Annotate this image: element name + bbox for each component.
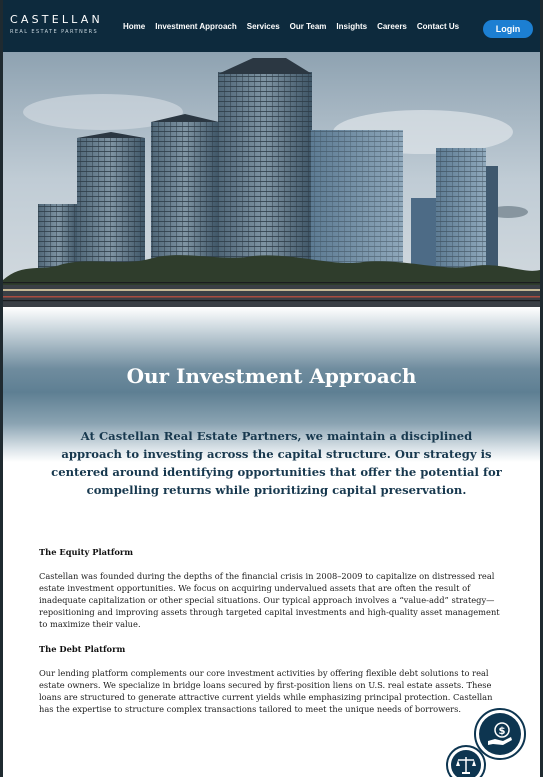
main-menu: Home Investment Approach Services Our Te…: [123, 22, 459, 31]
money-hand-icon: $: [479, 713, 521, 755]
section-heading-debt: The Debt Platform: [39, 644, 126, 654]
brand-tagline: REAL ESTATE PARTNERS: [10, 29, 99, 35]
hero-skyline-image: [3, 52, 540, 307]
nav-link-home[interactable]: Home: [123, 22, 145, 31]
svg-text:$: $: [499, 726, 506, 737]
brand-logo[interactable]: CASTELLAN REAL ESTATE PARTNERS: [10, 13, 120, 36]
section-body-equity: Castellan was founded during the depths …: [39, 571, 500, 629]
nav-link-services[interactable]: Services: [247, 22, 280, 31]
nav-link-careers[interactable]: Careers: [377, 22, 407, 31]
city-skyline-illustration: [3, 52, 540, 307]
top-navigation-bar: CASTELLAN REAL ESTATE PARTNERS Home Inve…: [0, 0, 543, 52]
login-button[interactable]: Login: [483, 20, 533, 38]
scales-badge[interactable]: [446, 745, 486, 777]
intro-statement: At Castellan Real Estate Partners, we ma…: [51, 429, 502, 497]
balance-scale-icon: [451, 750, 481, 777]
nav-link-insights[interactable]: Insights: [336, 22, 367, 31]
page-title: Our Investment Approach: [126, 364, 417, 388]
section-body-debt: Our lending platform complements our cor…: [39, 668, 493, 714]
brand-name: CASTELLAN: [10, 13, 103, 26]
nav-link-contact-us[interactable]: Contact Us: [417, 22, 459, 31]
section-heading-equity: The Equity Platform: [39, 547, 134, 557]
nav-link-our-team[interactable]: Our Team: [290, 22, 327, 31]
nav-link-investment-approach[interactable]: Investment Approach: [155, 22, 237, 31]
